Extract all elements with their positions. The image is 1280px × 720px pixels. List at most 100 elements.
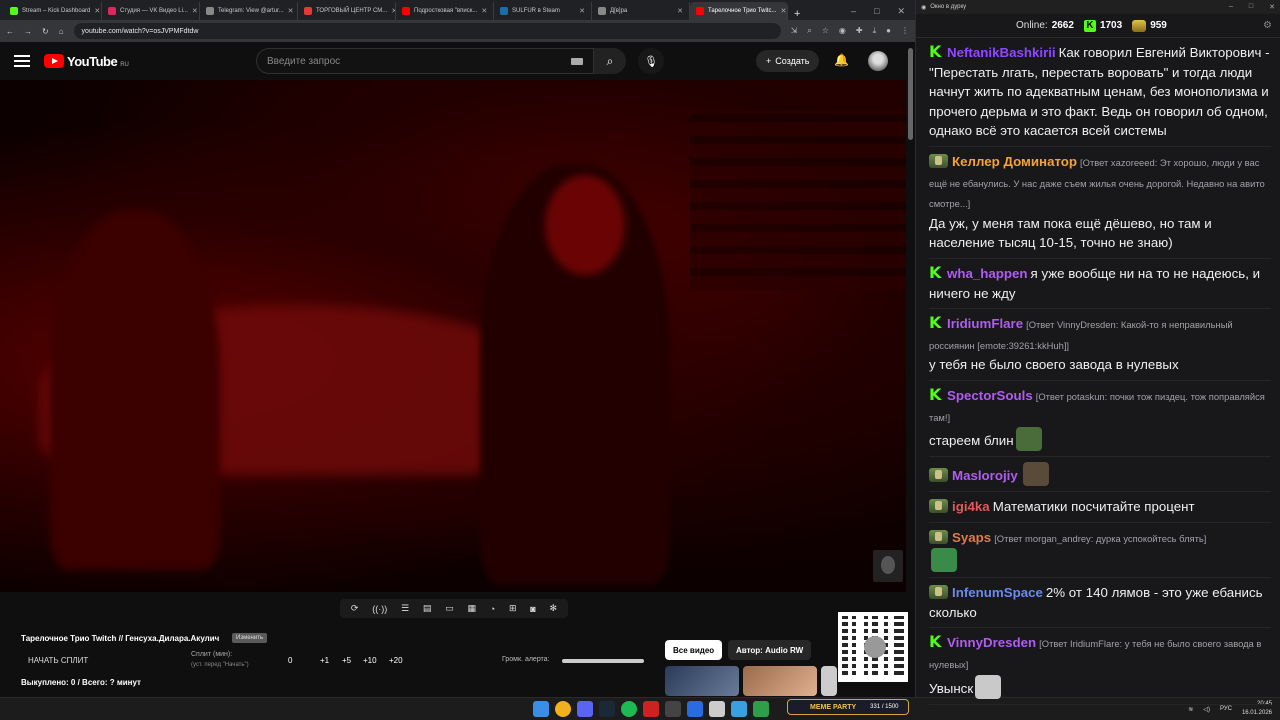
browser-tab[interactable]: Telegram: View @artur... ✕ [200, 2, 298, 20]
create-button[interactable]: + Создать [756, 50, 820, 72]
volume-icon[interactable]: ◁) [1203, 706, 1210, 713]
close-icon[interactable]: ✕ [1269, 3, 1275, 11]
spotify-icon[interactable] [621, 701, 637, 717]
tab-close-icon[interactable]: ✕ [780, 7, 786, 15]
steam-icon[interactable] [599, 701, 615, 717]
speed-icon[interactable]: ◔ [490, 604, 495, 614]
maximize-icon[interactable]: □ [874, 6, 879, 16]
back-icon[interactable]: ← [6, 27, 14, 36]
new-tab-button[interactable]: + [788, 8, 806, 20]
search-input[interactable]: Введите запрос [256, 48, 594, 74]
meme-party-widget[interactable]: MEME PARTY 331 / 1500 [787, 699, 909, 715]
related-video-thumbnail[interactable] [665, 666, 739, 696]
maximize-icon[interactable]: □ [1249, 3, 1253, 11]
tab-favicon-icon [206, 7, 214, 15]
taskbar-app-icons [533, 701, 769, 717]
scroll-thumb[interactable] [908, 48, 913, 140]
chat-username[interactable]: wha_happen [947, 266, 1028, 281]
install-icon[interactable]: ⇲ [791, 26, 798, 36]
page-scrollbar[interactable] [906, 42, 915, 694]
forward-icon[interactable]: → [24, 27, 32, 36]
broadcast-icon[interactable]: ((·)) [372, 604, 387, 614]
app-icon[interactable] [753, 701, 769, 717]
url-field[interactable]: youtube.com/watch?v=osJVPMFdtdw [73, 23, 781, 39]
add-clip-icon[interactable]: ⊞ [509, 603, 517, 614]
profile-icon[interactable]: ● [886, 26, 891, 36]
chat-username[interactable]: IridiumFlare [947, 316, 1023, 331]
add-20-button[interactable]: +20 [389, 656, 403, 665]
add-1-button[interactable]: +1 [320, 656, 329, 665]
app-icon[interactable] [687, 701, 703, 717]
language-indicator[interactable]: РУС [1220, 706, 1232, 712]
tab-close-icon[interactable]: ✕ [481, 7, 487, 15]
start-split-button[interactable]: НАЧАТЬ СПЛИТ [28, 656, 88, 665]
home-icon[interactable]: ⌂ [59, 27, 64, 36]
chat-message-list[interactable]: NeftanikBashkiriiКак говорил Евгений Вик… [916, 38, 1280, 705]
reload-icon[interactable]: ↻ [42, 27, 49, 36]
browser-tab[interactable]: Тарелочное Трио Twitc... ✕ [690, 2, 788, 20]
minimize-icon[interactable]: – [851, 6, 856, 16]
tab-close-icon[interactable]: ✕ [579, 7, 585, 15]
eye-list-icon[interactable]: ☰ [401, 603, 409, 614]
region-label: RU [120, 61, 129, 68]
app-icon[interactable] [665, 701, 681, 717]
related-video-thumbnail[interactable] [821, 666, 837, 696]
chat-username[interactable]: InfenumSpace [952, 585, 1043, 600]
chat-username[interactable]: VinnyDresden [947, 635, 1036, 650]
chat-settings-gear-icon[interactable]: ⚙ [1263, 20, 1272, 31]
browser-tab[interactable]: Подростковая "вписк... ✕ [396, 2, 494, 20]
puzzle-icon[interactable]: ✚ [856, 26, 863, 36]
camera-icon[interactable]: ◙ [530, 604, 535, 614]
video-player[interactable] [0, 80, 906, 592]
all-videos-chip[interactable]: Все видео [665, 640, 723, 660]
related-video-thumbnail[interactable] [743, 666, 817, 696]
chat-username[interactable]: SpectorSouls [947, 388, 1033, 403]
download-icon[interactable]: ⤓ [873, 26, 877, 36]
kebab-menu-icon[interactable]: ⋮ [901, 26, 909, 36]
notifications-bell-icon[interactable]: 🔔 [834, 53, 849, 67]
tab-close-icon[interactable]: ✕ [192, 7, 198, 15]
video-title: Тарелочное Трио Twitch // Генсуха.Дилара… [21, 634, 220, 643]
screen-icon[interactable]: ▭ [445, 603, 454, 614]
settings-icon[interactable]: ✻ [550, 603, 558, 614]
clapper-icon[interactable]: ▤ [423, 603, 432, 614]
keyboard-icon[interactable] [571, 57, 583, 65]
alert-volume-slider[interactable] [562, 659, 644, 663]
film-icon[interactable]: ▦ [467, 603, 476, 614]
minimize-icon[interactable]: – [1229, 3, 1233, 11]
hamburger-menu-icon[interactable] [14, 55, 30, 67]
change-title-button[interactable]: Изменить [232, 633, 268, 643]
search-button[interactable]: ⌕ [594, 48, 626, 74]
browser-tab[interactable]: Д[в]ра ✕ [592, 2, 690, 20]
voice-search-button[interactable]: 🎙 [638, 48, 664, 74]
bookmark-star-icon[interactable]: ☆ [822, 26, 829, 36]
browser-tab[interactable]: SULFUR в Steam ✕ [494, 2, 592, 20]
zoom-icon[interactable]: ⌕ [807, 26, 811, 36]
youtube-logo[interactable]: YouTube RU [44, 54, 129, 69]
browser-tab[interactable]: Студия — VK Видео Li... ✕ [102, 2, 200, 20]
chat-username[interactable]: igi4ka [952, 499, 990, 514]
obs-icon[interactable] [643, 701, 659, 717]
chat-username[interactable]: Келлер Доминатор [952, 154, 1077, 169]
start-icon[interactable] [533, 701, 549, 717]
tab-close-icon[interactable]: ✕ [288, 7, 294, 15]
wifi-icon[interactable]: ≋ [1188, 706, 1193, 713]
chat-username[interactable]: Syaps [952, 530, 991, 545]
extension-icon[interactable]: ◉ [839, 26, 846, 36]
browser-tab[interactable]: Stream – Kick Dashboard ✕ [4, 2, 102, 20]
tab-close-icon[interactable]: ✕ [677, 7, 683, 15]
chat-username[interactable]: Maslorojiy [952, 468, 1018, 483]
chrome-icon[interactable] [555, 701, 571, 717]
add-10-button[interactable]: +10 [363, 656, 377, 665]
loop-icon[interactable]: ⟳ [351, 603, 359, 614]
add-5-button[interactable]: +5 [342, 656, 351, 665]
close-icon[interactable]: ✕ [897, 6, 905, 17]
avatar[interactable] [868, 51, 888, 71]
app-icon[interactable] [709, 701, 725, 717]
tab-close-icon[interactable]: ✕ [94, 7, 100, 15]
author-chip[interactable]: Автор: Audio RW [728, 640, 812, 660]
chat-username[interactable]: NeftanikBashkirii [947, 45, 1056, 60]
discord-icon[interactable] [577, 701, 593, 717]
telegram-icon[interactable] [731, 701, 747, 717]
browser-tab[interactable]: ТОРГОВЫЙ ЦЕНТР СМ...✕ [298, 2, 396, 20]
